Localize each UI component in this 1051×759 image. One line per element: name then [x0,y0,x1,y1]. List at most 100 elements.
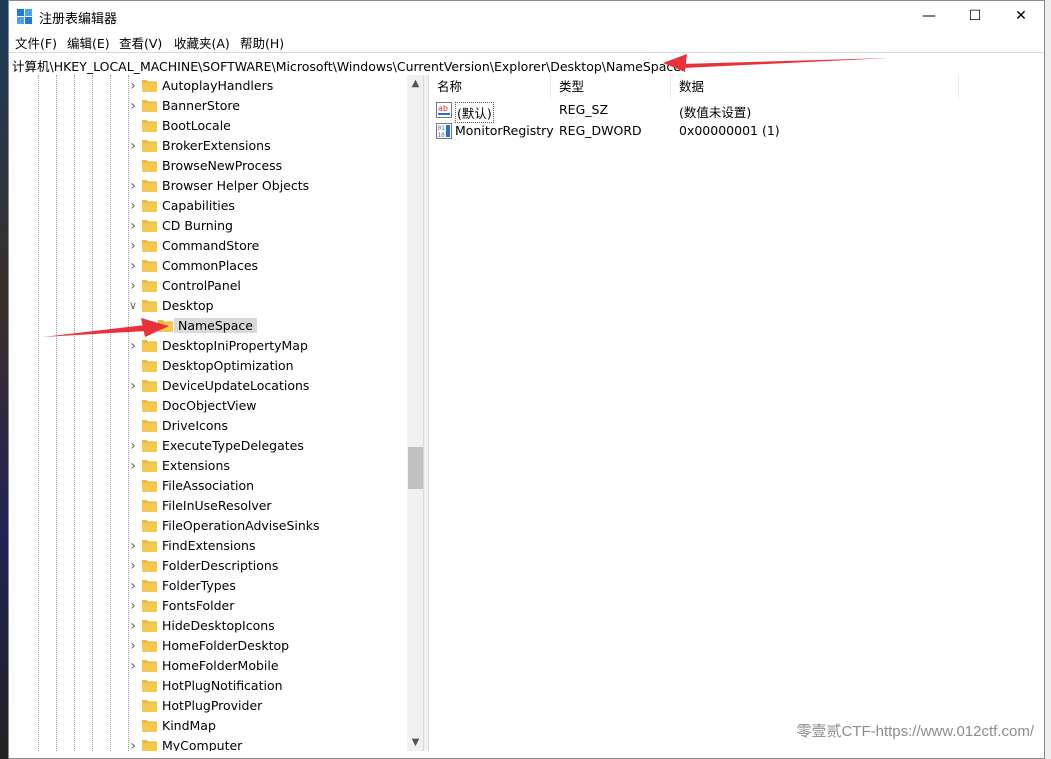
tree-item-label: HotPlugProvider [162,698,263,713]
value-data: 0x00000001 (1) [679,123,780,138]
tree-item[interactable]: BrowseNewProcess [9,156,409,176]
tree-item[interactable]: › BannerStore [9,96,409,116]
tree-item-label: ControlPanel [162,278,241,293]
tree-item-label: FolderDescriptions [162,558,279,573]
chevron-right-icon[interactable]: › [127,456,139,476]
tree-item[interactable]: › HomeFolderMobile [9,656,409,676]
tree-item[interactable]: HotPlugProvider [9,696,409,716]
tree-item[interactable]: HotPlugNotification [9,676,409,696]
tree-item[interactable]: › DeviceUpdateLocations [9,376,409,396]
chevron-right-icon[interactable]: › [127,436,139,456]
tree-item-label: HomeFolderDesktop [162,638,290,653]
folder-icon [142,140,157,152]
tree-item-label: BootLocale [162,118,231,133]
value-type: REG_SZ [559,102,609,117]
tree-item[interactable]: › BrokerExtensions [9,136,409,156]
column-header-type[interactable]: 类型 [551,75,671,99]
tree-item[interactable]: › CommandStore [9,236,409,256]
scroll-thumb[interactable] [408,447,423,489]
tree-item[interactable]: › FolderDescriptions [9,556,409,576]
tree-item[interactable]: › AutoplayHandlers [9,76,409,96]
chevron-right-icon[interactable]: › [127,376,139,396]
tree-item-label: KindMap [162,718,216,733]
chevron-right-icon[interactable]: › [127,96,139,116]
tree-item[interactable]: DriveIcons [9,416,409,436]
tree-item[interactable]: › HideDesktopIcons [9,616,409,636]
menu-edit[interactable]: 编辑(E) [67,33,110,52]
chevron-right-icon[interactable]: › [127,196,139,216]
tree-item[interactable]: › Extensions [9,456,409,476]
regedit-app-icon [17,9,32,24]
chevron-right-icon[interactable]: › [127,536,139,556]
tree-item[interactable]: › FontsFolder [9,596,409,616]
folder-icon [142,220,157,232]
tree-item-label: DesktopIniPropertyMap [162,338,308,353]
chevron-right-icon[interactable]: › [127,216,139,236]
tree-item[interactable]: › CD Burning [9,216,409,236]
string-value-icon: ab [436,102,452,118]
tree-item[interactable]: › Browser Helper Objects [9,176,409,196]
chevron-right-icon[interactable]: › [127,616,139,636]
tree-item[interactable]: › FolderTypes [9,576,409,596]
close-button[interactable]: ✕ [998,1,1044,31]
tree-item-label: AutoplayHandlers [162,78,274,93]
chevron-right-icon[interactable]: › [127,636,139,656]
tree-item-label: FolderTypes [162,578,236,593]
tree-item[interactable]: KindMap [9,716,409,736]
tree-item[interactable]: BootLocale [9,116,409,136]
column-header-data[interactable]: 数据 [671,75,959,99]
scroll-up-arrow-icon[interactable]: ▲ [407,75,424,92]
tree-item[interactable]: ∨ Desktop [9,296,409,316]
address-path[interactable]: 计算机\HKEY_LOCAL_MACHINE\SOFTWARE\Microsof… [12,56,681,75]
chevron-down-icon[interactable]: ∨ [127,296,139,316]
tree-item[interactable]: DesktopOptimization [9,356,409,376]
folder-icon [142,360,157,372]
key-tree-pane[interactable]: › AutoplayHandlers › BannerStore BootLocale ›… [9,75,423,751]
tree-item[interactable]: FileOperationAdviseSinks [9,516,409,536]
tree-item[interactable]: › ControlPanel [9,276,409,296]
tree-item[interactable]: › MyComputer [9,736,409,751]
title-bar[interactable]: 注册表编辑器 — ☐ ✕ [9,1,1044,31]
folder-icon [142,560,157,572]
value-type: REG_DWORD [559,123,642,138]
folder-icon [142,500,157,512]
menu-view[interactable]: 查看(V) [119,33,162,52]
chevron-right-icon[interactable]: › [127,736,139,751]
chevron-right-icon[interactable]: › [127,136,139,156]
tree-item[interactable]: FileInUseResolver [9,496,409,516]
tree-vertical-scrollbar[interactable]: ▲ ▼ [407,75,424,751]
tree-item[interactable]: › Capabilities [9,196,409,216]
tree-item[interactable]: DocObjectView [9,396,409,416]
minimize-button[interactable]: — [906,1,952,31]
tree-item[interactable]: FileAssociation [9,476,409,496]
menu-help[interactable]: 帮助(H) [240,33,284,52]
value-data: (数值未设置) [679,105,752,120]
menu-file[interactable]: 文件(F) [15,33,57,52]
folder-icon [142,180,157,192]
chevron-right-icon[interactable]: › [127,276,139,296]
chevron-right-icon[interactable]: › [127,576,139,596]
tree-item[interactable]: › CommonPlaces [9,256,409,276]
menu-favorites[interactable]: 收藏夹(A) [174,33,230,52]
tree-item[interactable]: › HomeFolderDesktop [9,636,409,656]
tree-item[interactable]: › FindExtensions [9,536,409,556]
list-row[interactable]: 01 10 MonitorRegistry REG_DWORD 0x000000… [429,121,1044,142]
chevron-right-icon[interactable]: › [127,256,139,276]
list-row[interactable]: ab (默认) REG_SZ (数值未设置) [429,100,1044,123]
chevron-right-icon[interactable]: › [127,596,139,616]
chevron-right-icon[interactable]: › [127,656,139,676]
folder-icon [142,660,157,672]
folder-icon [142,700,157,712]
tree-item[interactable]: › ExecuteTypeDelegates [9,436,409,456]
maximize-button[interactable]: ☐ [952,1,998,31]
chevron-right-icon[interactable]: › [127,556,139,576]
tree-item-label: DriveIcons [162,418,228,433]
scroll-down-arrow-icon[interactable]: ▼ [407,734,424,751]
column-header-name[interactable]: 名称 [429,75,551,99]
tree-item-label: DocObjectView [162,398,257,413]
folder-icon [142,520,157,532]
chevron-right-icon[interactable]: › [127,236,139,256]
chevron-right-icon[interactable]: › [127,76,139,96]
chevron-right-icon[interactable]: › [127,176,139,196]
tree-item-label: FontsFolder [162,598,235,613]
